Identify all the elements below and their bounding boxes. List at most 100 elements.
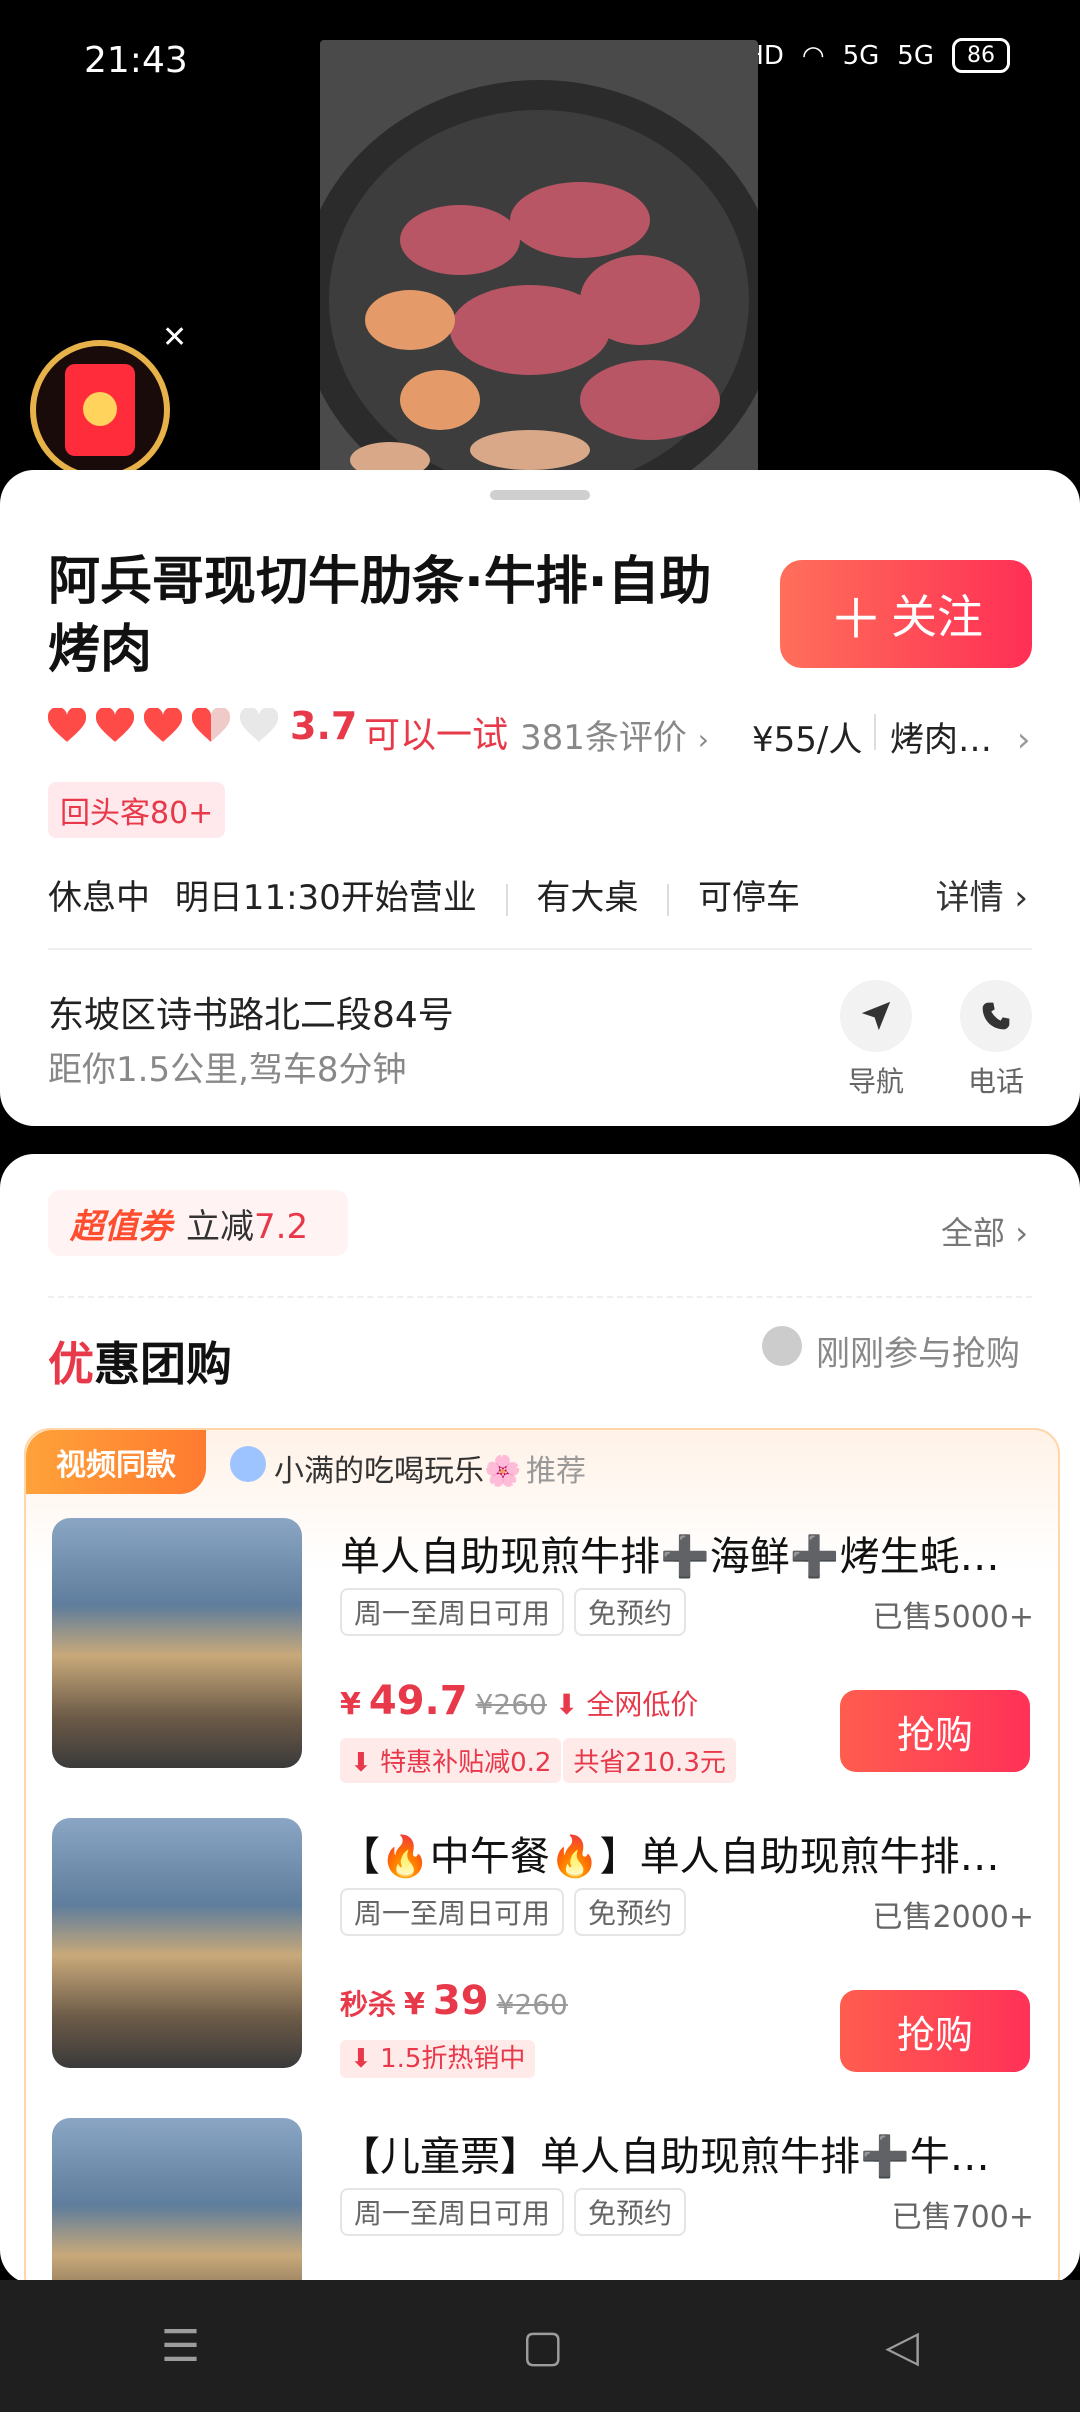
coupon-amount: 7.2 <box>254 1206 309 1247</box>
hot-sale-text: 1.5折热销中 <box>380 2044 526 2074</box>
deals-list: 视频同款 小满的吃喝玩乐🌸 推荐 单人自助现煎牛排➕海鲜➕烤生蚝… 周一至周日可… <box>24 1428 1060 2302</box>
red-packet-widget[interactable] <box>30 340 170 480</box>
chip-no-reservation: 免预约 <box>574 1588 687 1636</box>
sold-count: 已售5000+ <box>872 1600 1034 1635</box>
business-hours: 休息中 明日11:30开始营业 有大桌 可停车 <box>48 870 800 919</box>
deal-price: 39 <box>432 1978 489 2024</box>
subsidy-row: ⬇ 1.5折热销中 <box>340 2038 536 2078</box>
deal-chips: 周一至周日可用 免预约 <box>340 2188 687 2236</box>
status-time: 21:43 <box>84 40 188 81</box>
recommend-word: 推荐 <box>526 1454 586 1489</box>
feature-parking: 可停车 <box>698 878 801 918</box>
deal-title: 单人自助现煎牛排➕海鲜➕烤生蚝… <box>340 1534 1000 1580</box>
chip-no-reservation: 免预约 <box>574 1888 687 1936</box>
buy-button[interactable]: 抢购 <box>840 1990 1030 2072</box>
arrow-down-icon: ⬇ <box>350 2044 381 2074</box>
avatar <box>230 1446 266 1482</box>
original-price: ¥260 <box>475 1688 547 1721</box>
dashed-divider <box>48 1296 1032 1298</box>
original-price: ¥260 <box>496 1988 568 2021</box>
heart-empty-icon <box>239 706 279 744</box>
price-row: 秒杀 ¥ 39 ¥260 <box>340 1978 568 2024</box>
chip-no-reservation: 免预约 <box>574 2188 687 2236</box>
deal-title: 【儿童票】单人自助现煎牛排➕牛… <box>340 2134 990 2180</box>
shop-distance: 距你1.5公里,驾车8分钟 <box>48 1050 407 1090</box>
signal-5g-1: 5G <box>842 40 880 71</box>
shop-video[interactable] <box>320 40 758 480</box>
all-coupons-link[interactable]: 全部 › <box>941 1208 1028 1254</box>
low-price-icon: ⬇ <box>554 1688 579 1721</box>
category-label: 烤肉… <box>890 720 992 760</box>
heart-half-icon <box>191 706 231 744</box>
price-per-person: ¥55/人 <box>752 720 863 760</box>
avatar <box>762 1326 802 1366</box>
coupon-banner[interactable]: 超值券 立减7.2 <box>48 1190 348 1256</box>
heart-icon <box>95 706 135 744</box>
wifi-icon: ◠ <box>801 40 825 71</box>
currency-symbol: ¥ <box>404 1987 425 2022</box>
chevron-right-icon: › <box>1016 720 1031 760</box>
deal-thumbnail <box>52 1818 302 2068</box>
reviews-count: 381条评价 <box>520 718 687 758</box>
red-envelope-icon <box>65 364 135 456</box>
phone-label: 电话 <box>967 1065 1024 1098</box>
menu-icon[interactable]: ☰ <box>161 2321 200 2372</box>
deal-chips: 周一至周日可用 免预约 <box>340 1888 687 1936</box>
deal-chips: 周一至周日可用 免预约 <box>340 1588 687 1636</box>
subsidy-badge: ⬇ 特惠补贴减0.2 <box>340 1738 562 1783</box>
chevron-right-icon: › <box>1014 878 1028 918</box>
phone-icon <box>960 980 1032 1052</box>
all-label: 全部 <box>941 1214 1006 1252</box>
deal-thumbnail <box>52 2118 302 2300</box>
navigate-button[interactable]: 导航 <box>840 980 912 1100</box>
deal-price: 49.7 <box>368 1678 468 1724</box>
detail-link[interactable]: 详情 › <box>936 870 1028 919</box>
deal-thumbnail <box>52 1518 302 1768</box>
follow-button[interactable]: ＋ 关注 <box>780 560 1032 668</box>
coupon-prefix: 立减 <box>186 1206 254 1247</box>
divider <box>874 714 876 750</box>
returning-customer-badge: 回头客80+ <box>48 782 226 838</box>
deal-title: 【🔥中午餐🔥】单人自助现煎牛排… <box>340 1834 1000 1880</box>
reviews-link[interactable]: 381条评价 › <box>520 710 709 759</box>
detail-label: 详情 <box>935 878 1004 918</box>
divider <box>667 883 670 916</box>
rating-score: 3.7 <box>290 704 358 748</box>
chip-availability: 周一至周日可用 <box>340 2188 565 2236</box>
buy-button[interactable]: 抢购 <box>840 1690 1030 1772</box>
shop-address[interactable]: 东坡区诗书路北二段84号 <box>48 986 454 1038</box>
subsidy-text: 特惠补贴减0.2 <box>380 1748 552 1778</box>
divider <box>48 948 1032 950</box>
deal-item[interactable]: 单人自助现煎牛排➕海鲜➕烤生蚝… 周一至周日可用 免预约 已售5000+ ¥ 4… <box>26 1518 1058 1808</box>
open-status: 休息中 <box>48 878 150 918</box>
chevron-right-icon: › <box>1015 1214 1028 1252</box>
hot-sale-badge: ⬇ 1.5折热销中 <box>340 2040 536 2078</box>
back-icon[interactable]: ◁ <box>885 2321 919 2372</box>
deal-item[interactable]: 【儿童票】单人自助现煎牛排➕牛… 周一至周日可用 免预约 已售700+ <box>26 2118 1058 2300</box>
home-icon[interactable]: ▢ <box>522 2321 564 2372</box>
groupbuy-title: 优惠团购 <box>48 1328 232 1394</box>
divider <box>505 883 508 916</box>
deal-item[interactable]: 【🔥中午餐🔥】单人自助现煎牛排… 周一至周日可用 免预约 已售2000+ 秒杀 … <box>26 1818 1058 2108</box>
shop-name: 阿兵哥现切牛肋条·牛排·自助烤肉 <box>48 552 712 680</box>
hours-text: 明日11:30开始营业 <box>174 878 477 918</box>
rating-hearts <box>47 706 279 744</box>
close-icon[interactable]: ✕ <box>162 320 187 355</box>
sold-count: 已售700+ <box>891 2200 1034 2235</box>
sold-count: 已售2000+ <box>872 1900 1034 1935</box>
coupon-tag: 超值券 <box>70 1206 172 1247</box>
join-ticker: 刚刚参与抢购 <box>816 1334 1020 1374</box>
category-link[interactable]: 烤肉… › <box>890 712 1030 761</box>
signal-5g-2: 5G <box>897 40 934 71</box>
arrow-down-icon: ⬇ <box>350 1748 381 1778</box>
system-nav-bar: ☰ ▢ ◁ <box>0 2280 1080 2412</box>
drag-handle[interactable] <box>490 490 590 500</box>
phone-button[interactable]: 电话 <box>960 980 1032 1100</box>
video-same-tag: 视频同款 <box>26 1430 206 1494</box>
heart-icon <box>143 706 183 744</box>
navigation-arrow-icon <box>840 980 912 1052</box>
recommender-name: 小满的吃喝玩乐🌸 <box>274 1454 522 1489</box>
price-row: ¥ 49.7 ¥260 ⬇ 全网低价 <box>340 1678 698 1724</box>
flash-sale-label: 秒杀 <box>340 1988 397 2021</box>
follow-label: 关注 <box>891 590 983 644</box>
